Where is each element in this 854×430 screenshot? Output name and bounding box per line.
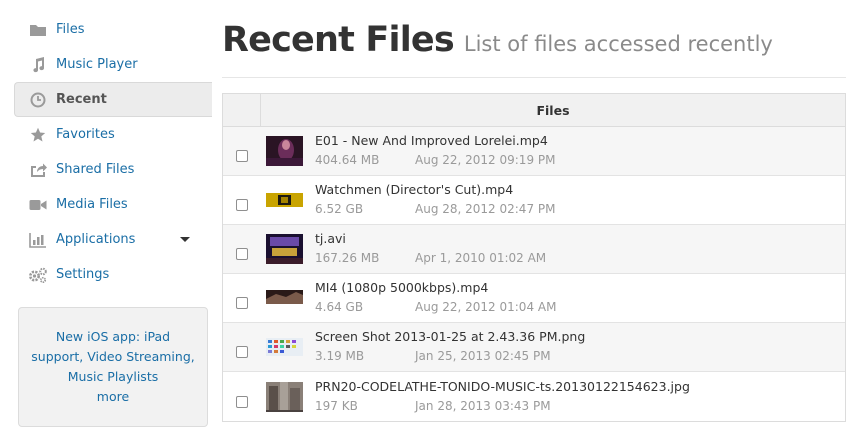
- sidebar-item-label: Applications: [56, 232, 136, 247]
- row-checkbox[interactable]: [236, 346, 248, 358]
- video-camera-icon: [28, 196, 48, 214]
- music-note-icon: [28, 56, 48, 74]
- sidebar-item-shared-files[interactable]: Shared Files: [0, 152, 212, 187]
- table-row[interactable]: Screen Shot 2013-01-25 at 2.43.36 PM.png…: [223, 323, 845, 372]
- file-date: Jan 28, 2013 03:43 PM: [415, 398, 551, 413]
- clock-icon: [28, 91, 48, 109]
- folder-icon: [28, 21, 48, 39]
- sidebar-item-label: Favorites: [56, 127, 115, 142]
- star-icon: [28, 126, 48, 144]
- row-checkbox[interactable]: [236, 395, 248, 408]
- file-name[interactable]: Watchmen (Director's Cut).mp4: [315, 181, 555, 199]
- file-thumbnail[interactable]: [266, 283, 303, 313]
- file-thumbnail[interactable]: [266, 185, 303, 215]
- sidebar-item-settings[interactable]: Settings: [0, 257, 212, 292]
- promo-link[interactable]: New iOS app: iPad support, Video Streami…: [31, 327, 195, 387]
- promo-more-link[interactable]: more: [97, 387, 129, 407]
- sidebar-item-media-files[interactable]: Media Files: [0, 187, 212, 222]
- file-name[interactable]: E01 - New And Improved Lorelei.mp4: [315, 132, 555, 150]
- file-thumbnail[interactable]: [266, 381, 303, 412]
- sidebar: Files Music Player Recent Favorites Shar…: [0, 0, 212, 430]
- table-header: Files: [223, 94, 845, 127]
- select-all-column: [223, 94, 261, 126]
- row-checkbox[interactable]: [236, 150, 248, 162]
- row-checkbox[interactable]: [236, 199, 248, 211]
- row-checkbox[interactable]: [236, 297, 248, 309]
- sidebar-item-label: Music Player: [56, 57, 138, 72]
- sidebar-nav: Files Music Player Recent Favorites Shar…: [0, 12, 212, 292]
- sidebar-item-recent[interactable]: Recent: [14, 82, 212, 117]
- table-row[interactable]: PRN20-CODELATHE-TONIDO-MUSIC-ts.20130122…: [223, 372, 845, 421]
- file-name[interactable]: MI4 (1080p 5000kbps).mp4: [315, 279, 556, 297]
- file-size: 3.19 MB: [315, 349, 365, 363]
- page-header: Recent Files List of files accessed rece…: [222, 0, 846, 78]
- file-size: 404.64 MB: [315, 153, 380, 167]
- file-size: 6.52 GB: [315, 202, 364, 216]
- sidebar-item-label: Shared Files: [56, 162, 135, 177]
- table-body: E01 - New And Improved Lorelei.mp4 404.6…: [223, 127, 845, 421]
- sidebar-item-label: Settings: [56, 267, 110, 282]
- gears-icon: [28, 266, 48, 284]
- table-row[interactable]: tj.avi 167.26 MB Apr 1, 2010 01:02 AM: [223, 225, 845, 274]
- file-size: 4.64 GB: [315, 300, 364, 314]
- file-date: Jan 25, 2013 02:45 PM: [415, 349, 551, 363]
- table-row[interactable]: MI4 (1080p 5000kbps).mp4 4.64 GB Aug 22,…: [223, 274, 845, 323]
- sidebar-item-favorites[interactable]: Favorites: [0, 117, 212, 152]
- table-row[interactable]: Watchmen (Director's Cut).mp4 6.52 GB Au…: [223, 176, 845, 225]
- file-date: Aug 22, 2012 09:19 PM: [415, 153, 556, 167]
- sidebar-item-music-player[interactable]: Music Player: [0, 47, 212, 82]
- file-thumbnail[interactable]: [266, 234, 303, 264]
- file-date: Apr 1, 2010 01:02 AM: [415, 251, 547, 265]
- file-name[interactable]: Screen Shot 2013-01-25 at 2.43.36 PM.png: [315, 328, 585, 346]
- file-name[interactable]: tj.avi: [315, 230, 546, 248]
- sidebar-item-files[interactable]: Files: [0, 12, 212, 47]
- page-title: Recent Files: [222, 20, 455, 60]
- file-date: Aug 22, 2012 01:04 AM: [415, 300, 557, 314]
- sidebar-item-label: Files: [56, 22, 85, 37]
- caret-down-icon[interactable]: [180, 237, 190, 242]
- main-content: Recent Files List of files accessed rece…: [222, 0, 846, 422]
- row-checkbox[interactable]: [236, 248, 248, 260]
- file-name[interactable]: PRN20-CODELATHE-TONIDO-MUSIC-ts.20130122…: [315, 378, 690, 396]
- page-subtitle: List of files accessed recently: [463, 32, 773, 56]
- column-header-files[interactable]: Files: [261, 94, 845, 126]
- bar-chart-icon: [28, 231, 48, 249]
- files-table: Files E01 - New And Improved Lorelei.mp4…: [222, 93, 846, 422]
- file-thumbnail[interactable]: [266, 136, 303, 166]
- file-thumbnail[interactable]: [266, 332, 303, 362]
- file-size: 167.26 MB: [315, 251, 380, 265]
- sidebar-item-label: Recent: [56, 92, 107, 107]
- file-date: Aug 28, 2012 02:47 PM: [415, 202, 556, 216]
- sidebar-item-label: Media Files: [56, 197, 128, 212]
- sidebar-item-applications[interactable]: Applications: [0, 222, 212, 257]
- file-size: 197 KB: [315, 398, 358, 413]
- share-icon: [28, 161, 48, 179]
- table-row[interactable]: E01 - New And Improved Lorelei.mp4 404.6…: [223, 127, 845, 176]
- promo-box: New iOS app: iPad support, Video Streami…: [18, 307, 208, 427]
